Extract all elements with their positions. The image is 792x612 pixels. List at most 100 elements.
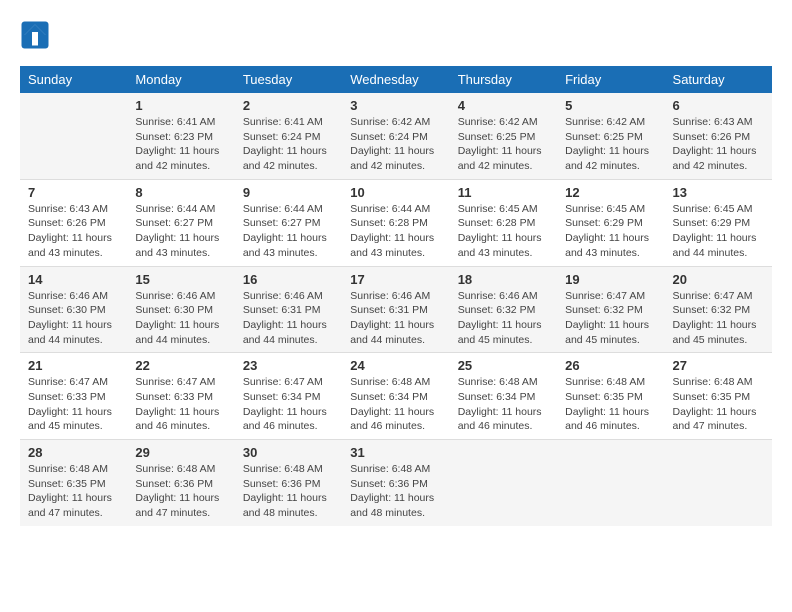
day-number: 28 (28, 445, 119, 460)
logo (20, 20, 52, 50)
weekday-header-sunday: Sunday (20, 66, 127, 93)
weekday-header-tuesday: Tuesday (235, 66, 342, 93)
logo-icon (20, 20, 50, 50)
day-number: 31 (350, 445, 441, 460)
calendar-week-row: 1 Sunrise: 6:41 AM Sunset: 6:23 PM Daylig… (20, 93, 772, 179)
calendar-cell: 29 Sunrise: 6:48 AM Sunset: 6:36 PM Dayli… (127, 440, 234, 526)
day-info: Sunrise: 6:46 AM Sunset: 6:30 PM Dayligh… (135, 289, 226, 348)
weekday-header-friday: Friday (557, 66, 664, 93)
calendar-cell: 21 Sunrise: 6:47 AM Sunset: 6:33 PM Dayli… (20, 353, 127, 440)
day-number: 13 (673, 185, 764, 200)
day-info: Sunrise: 6:43 AM Sunset: 6:26 PM Dayligh… (28, 202, 119, 261)
weekday-header-row: SundayMondayTuesdayWednesdayThursdayFrid… (20, 66, 772, 93)
day-number: 23 (243, 358, 334, 373)
calendar-cell (665, 440, 772, 526)
day-info: Sunrise: 6:42 AM Sunset: 6:25 PM Dayligh… (565, 115, 656, 174)
calendar-table: SundayMondayTuesdayWednesdayThursdayFrid… (20, 66, 772, 526)
day-number: 14 (28, 272, 119, 287)
weekday-header-wednesday: Wednesday (342, 66, 449, 93)
day-info: Sunrise: 6:44 AM Sunset: 6:27 PM Dayligh… (243, 202, 334, 261)
day-number: 4 (458, 98, 549, 113)
day-number: 9 (243, 185, 334, 200)
day-info: Sunrise: 6:48 AM Sunset: 6:34 PM Dayligh… (458, 375, 549, 434)
day-info: Sunrise: 6:48 AM Sunset: 6:36 PM Dayligh… (135, 462, 226, 521)
calendar-cell: 12Sunrise: 6:45 AM Sunset: 6:29 PM Dayli… (557, 179, 664, 266)
day-info: Sunrise: 6:41 AM Sunset: 6:24 PM Dayligh… (243, 115, 334, 174)
header (20, 20, 772, 50)
calendar-cell: 5 Sunrise: 6:42 AM Sunset: 6:25 PM Daylig… (557, 93, 664, 179)
day-info: Sunrise: 6:42 AM Sunset: 6:25 PM Dayligh… (458, 115, 549, 174)
calendar-week-row: 21 Sunrise: 6:47 AM Sunset: 6:33 PM Dayli… (20, 353, 772, 440)
day-number: 5 (565, 98, 656, 113)
calendar-cell: 25 Sunrise: 6:48 AM Sunset: 6:34 PM Dayli… (450, 353, 557, 440)
day-info: Sunrise: 6:48 AM Sunset: 6:36 PM Dayligh… (350, 462, 441, 521)
calendar-cell (450, 440, 557, 526)
calendar-cell: 3Sunrise: 6:42 AM Sunset: 6:24 PM Daylig… (342, 93, 449, 179)
day-info: Sunrise: 6:47 AM Sunset: 6:34 PM Dayligh… (243, 375, 334, 434)
calendar-cell: 28 Sunrise: 6:48 AM Sunset: 6:35 PM Dayli… (20, 440, 127, 526)
day-number: 19 (565, 272, 656, 287)
calendar-cell: 23 Sunrise: 6:47 AM Sunset: 6:34 PM Dayli… (235, 353, 342, 440)
day-number: 8 (135, 185, 226, 200)
weekday-header-saturday: Saturday (665, 66, 772, 93)
calendar-cell: 2 Sunrise: 6:41 AM Sunset: 6:24 PM Daylig… (235, 93, 342, 179)
day-number: 12 (565, 185, 656, 200)
calendar-cell: 16Sunrise: 6:46 AM Sunset: 6:31 PM Dayli… (235, 266, 342, 353)
day-info: Sunrise: 6:43 AM Sunset: 6:26 PM Dayligh… (673, 115, 764, 174)
day-info: Sunrise: 6:48 AM Sunset: 6:34 PM Dayligh… (350, 375, 441, 434)
day-info: Sunrise: 6:41 AM Sunset: 6:23 PM Dayligh… (135, 115, 226, 174)
calendar-cell: 15 Sunrise: 6:46 AM Sunset: 6:30 PM Dayli… (127, 266, 234, 353)
day-number: 26 (565, 358, 656, 373)
calendar-cell: 7 Sunrise: 6:43 AM Sunset: 6:26 PM Daylig… (20, 179, 127, 266)
calendar-cell: 11Sunrise: 6:45 AM Sunset: 6:28 PM Dayli… (450, 179, 557, 266)
day-number: 20 (673, 272, 764, 287)
calendar-cell: 14 Sunrise: 6:46 AM Sunset: 6:30 PM Dayli… (20, 266, 127, 353)
calendar-cell: 13 Sunrise: 6:45 AM Sunset: 6:29 PM Dayli… (665, 179, 772, 266)
calendar-cell: 9 Sunrise: 6:44 AM Sunset: 6:27 PM Daylig… (235, 179, 342, 266)
day-number: 15 (135, 272, 226, 287)
calendar-cell: 6 Sunrise: 6:43 AM Sunset: 6:26 PM Daylig… (665, 93, 772, 179)
calendar-cell: 24Sunrise: 6:48 AM Sunset: 6:34 PM Dayli… (342, 353, 449, 440)
day-number: 6 (673, 98, 764, 113)
day-number: 10 (350, 185, 441, 200)
day-info: Sunrise: 6:48 AM Sunset: 6:35 PM Dayligh… (673, 375, 764, 434)
calendar-cell: 30 Sunrise: 6:48 AM Sunset: 6:36 PM Dayli… (235, 440, 342, 526)
day-info: Sunrise: 6:48 AM Sunset: 6:36 PM Dayligh… (243, 462, 334, 521)
day-number: 29 (135, 445, 226, 460)
day-info: Sunrise: 6:44 AM Sunset: 6:27 PM Dayligh… (135, 202, 226, 261)
day-number: 17 (350, 272, 441, 287)
calendar-week-row: 14 Sunrise: 6:46 AM Sunset: 6:30 PM Dayli… (20, 266, 772, 353)
day-info: Sunrise: 6:44 AM Sunset: 6:28 PM Dayligh… (350, 202, 441, 261)
weekday-header-monday: Monday (127, 66, 234, 93)
calendar-cell: 18Sunrise: 6:46 AM Sunset: 6:32 PM Dayli… (450, 266, 557, 353)
day-number: 27 (673, 358, 764, 373)
day-info: Sunrise: 6:42 AM Sunset: 6:24 PM Dayligh… (350, 115, 441, 174)
day-number: 21 (28, 358, 119, 373)
calendar-cell: 27 Sunrise: 6:48 AM Sunset: 6:35 PM Dayli… (665, 353, 772, 440)
day-number: 1 (135, 98, 226, 113)
calendar-cell: 8 Sunrise: 6:44 AM Sunset: 6:27 PM Daylig… (127, 179, 234, 266)
calendar-cell: 19Sunrise: 6:47 AM Sunset: 6:32 PM Dayli… (557, 266, 664, 353)
day-info: Sunrise: 6:47 AM Sunset: 6:33 PM Dayligh… (135, 375, 226, 434)
day-number: 30 (243, 445, 334, 460)
day-info: Sunrise: 6:48 AM Sunset: 6:35 PM Dayligh… (28, 462, 119, 521)
day-number: 11 (458, 185, 549, 200)
day-info: Sunrise: 6:46 AM Sunset: 6:30 PM Dayligh… (28, 289, 119, 348)
calendar-cell: 31 Sunrise: 6:48 AM Sunset: 6:36 PM Dayli… (342, 440, 449, 526)
calendar-cell (557, 440, 664, 526)
calendar-cell: 1 Sunrise: 6:41 AM Sunset: 6:23 PM Daylig… (127, 93, 234, 179)
calendar-cell: 4 Sunrise: 6:42 AM Sunset: 6:25 PM Daylig… (450, 93, 557, 179)
day-info: Sunrise: 6:46 AM Sunset: 6:32 PM Dayligh… (458, 289, 549, 348)
day-number: 25 (458, 358, 549, 373)
calendar-cell: 26 Sunrise: 6:48 AM Sunset: 6:35 PM Dayli… (557, 353, 664, 440)
day-info: Sunrise: 6:45 AM Sunset: 6:29 PM Dayligh… (673, 202, 764, 261)
calendar-week-row: 28 Sunrise: 6:48 AM Sunset: 6:35 PM Dayli… (20, 440, 772, 526)
day-number: 16 (243, 272, 334, 287)
calendar-cell: 10 Sunrise: 6:44 AM Sunset: 6:28 PM Dayli… (342, 179, 449, 266)
day-info: Sunrise: 6:48 AM Sunset: 6:35 PM Dayligh… (565, 375, 656, 434)
calendar-cell (20, 93, 127, 179)
day-info: Sunrise: 6:47 AM Sunset: 6:33 PM Dayligh… (28, 375, 119, 434)
day-number: 2 (243, 98, 334, 113)
calendar-week-row: 7 Sunrise: 6:43 AM Sunset: 6:26 PM Daylig… (20, 179, 772, 266)
day-number: 7 (28, 185, 119, 200)
